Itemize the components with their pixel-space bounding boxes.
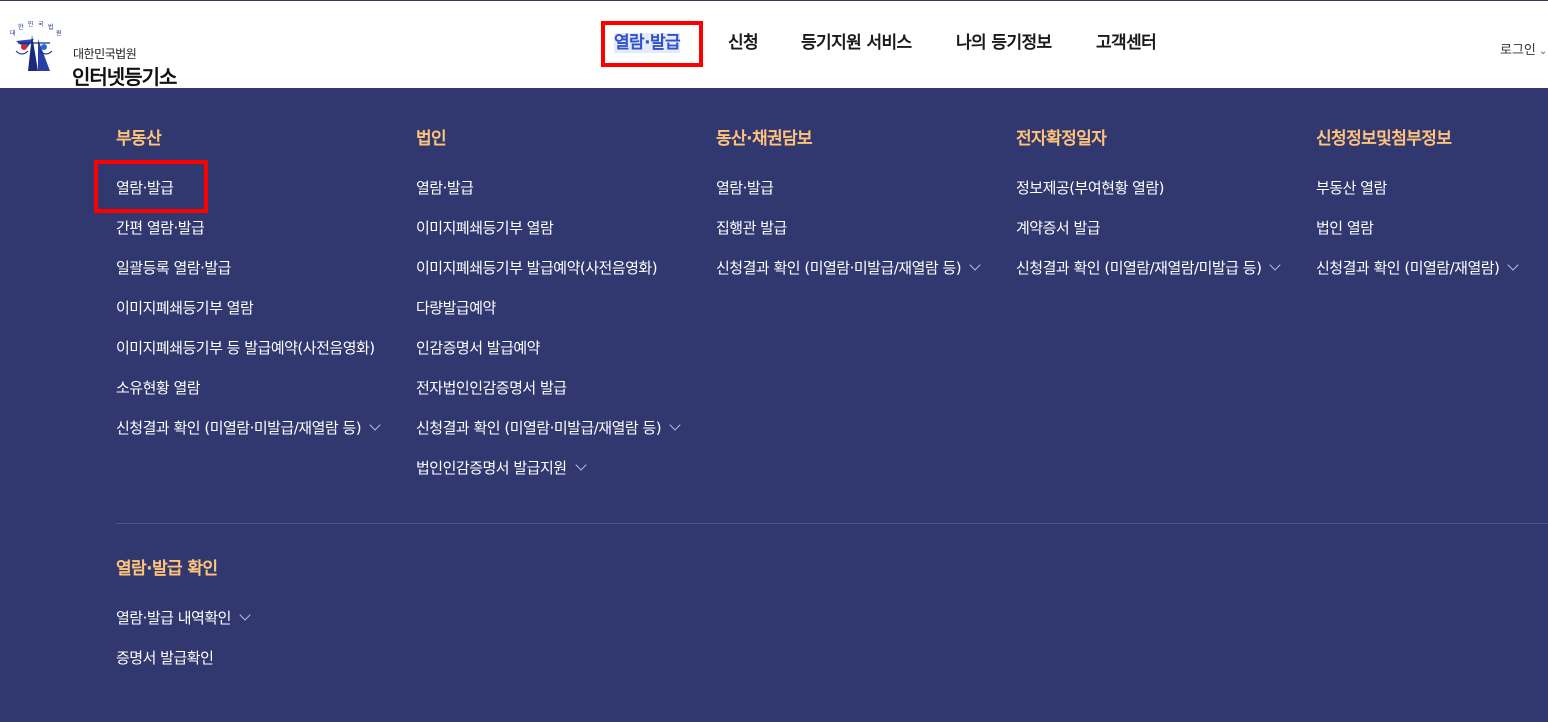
svg-text:민: 민	[28, 21, 34, 28]
site-logo[interactable]: 대 한 민 국 법 원 대한민국법원 인터넷등기소	[4, 21, 204, 89]
menu-link[interactable]: 이미지폐쇄등기부 발급예약(사전음영화)	[416, 258, 658, 278]
menu-link[interactable]: 열람·발급	[416, 178, 474, 198]
chevron-down-icon	[1507, 259, 1520, 271]
chevron-down-icon	[239, 609, 251, 621]
menu-link-expandable[interactable]: 열람·발급 내역확인	[116, 608, 251, 628]
menu-link-expandable[interactable]: 신청결과 확인 (미열람·미발급/재열람 등)	[116, 418, 381, 438]
site-header: 대 한 민 국 법 원 대한민국법원 인터넷등기소 열람·발급 신청 등기지원 …	[0, 1, 1548, 89]
svg-text:원: 원	[56, 29, 62, 37]
menu-link-label: 신청결과 확인 (미열람·미발급/재열람 등)	[416, 419, 662, 437]
menu-link[interactable]: 법인 열람	[1316, 218, 1374, 238]
menu-link[interactable]: 소유현황 열람	[116, 378, 201, 398]
login-link[interactable]: 로그인 ⌄	[1500, 39, 1547, 58]
menu-link[interactable]: 이미지폐쇄등기부 열람	[116, 298, 254, 318]
chevron-down-icon	[1269, 259, 1282, 271]
menu-link-expandable[interactable]: 신청결과 확인 (미열람·미발급/재열람 등)	[416, 418, 681, 438]
login-label: 로그인	[1500, 43, 1536, 58]
menu-link[interactable]: 열람·발급	[716, 178, 774, 198]
column-title: 전자확정일자	[1016, 129, 1107, 149]
menu-link[interactable]: 인감증명서 발급예약	[416, 338, 540, 358]
menu-link[interactable]: 정보제공(부여현황 열람)	[1016, 178, 1164, 198]
logo-title: 인터넷등기소	[72, 65, 177, 89]
column-title: 법인	[416, 129, 447, 149]
menu-link-expandable[interactable]: 신청결과 확인 (미열람·미발급/재열람 등)	[716, 258, 981, 278]
nav-registry-support[interactable]: 등기지원 서비스	[801, 32, 912, 54]
nav-my-registry[interactable]: 나의 등기정보	[956, 32, 1052, 54]
menu-link[interactable]: 집행관 발급	[716, 218, 787, 238]
menu-link[interactable]: 다량발급예약	[416, 298, 496, 318]
section-divider	[116, 523, 1548, 524]
column-title: 동산·채권담보	[716, 129, 813, 149]
menu-link-expandable[interactable]: 신청결과 확인 (미열람/재열람)	[1316, 258, 1520, 278]
logo-subtitle: 대한민국법원	[73, 47, 137, 61]
nav-apply[interactable]: 신청	[728, 32, 759, 54]
menu-link-label: 열람·발급 내역확인	[116, 609, 231, 627]
menu-link[interactable]: 증명서 발급확인	[116, 648, 214, 668]
section-title: 열람·발급 확인	[116, 559, 218, 579]
mega-menu-panel: 부동산 열람·발급 간편 열람·발급 일괄등록 열람·발급 이미지폐쇄등기부 열…	[0, 88, 1548, 722]
menu-link-expandable[interactable]: 법인인감증명서 발급지원	[416, 458, 587, 478]
menu-link[interactable]: 계약증서 발급	[1016, 218, 1101, 238]
svg-text:한: 한	[18, 24, 24, 31]
svg-text:법: 법	[48, 23, 54, 31]
menu-link-label: 법인인감증명서 발급지원	[416, 459, 567, 477]
chevron-down-icon	[969, 259, 981, 271]
svg-text:대: 대	[10, 29, 16, 37]
column-title: 부동산	[116, 129, 162, 149]
chevron-down-icon	[369, 419, 381, 431]
column-title: 신청정보및첨부정보	[1316, 129, 1452, 149]
menu-link-label: 신청결과 확인 (미열람·미발급/재열람 등)	[116, 419, 362, 437]
chevron-down-icon: ⌄	[1538, 46, 1548, 57]
nav-highlight-box	[601, 21, 703, 67]
svg-text:국: 국	[38, 21, 44, 28]
menu-link-label: 신청결과 확인 (미열람/재열람)	[1316, 259, 1500, 277]
chevron-down-icon	[669, 419, 681, 431]
menu-link[interactable]: 간편 열람·발급	[116, 218, 205, 238]
menu-link[interactable]: 이미지폐쇄등기부 열람	[416, 218, 554, 238]
menu-link[interactable]: 일괄등록 열람·발급	[116, 258, 231, 278]
menu-link[interactable]: 부동산 열람	[1316, 178, 1387, 198]
menu-link[interactable]: 이미지폐쇄등기부 등 발급예약(사전음영화)	[116, 338, 375, 358]
menu-link-label: 신청결과 확인 (미열람·미발급/재열람 등)	[716, 259, 962, 277]
menu-link[interactable]: 전자법인인감증명서 발급	[416, 378, 567, 398]
menu-highlight-box	[94, 160, 208, 213]
menu-link-label: 신청결과 확인 (미열람/재열람/미발급 등)	[1016, 259, 1262, 277]
nav-customer-center[interactable]: 고객센터	[1096, 32, 1157, 54]
court-emblem-icon: 대 한 민 국 법 원	[10, 21, 62, 71]
menu-link-expandable[interactable]: 신청결과 확인 (미열람/재열람/미발급 등)	[1016, 258, 1282, 278]
chevron-down-icon	[574, 459, 587, 471]
